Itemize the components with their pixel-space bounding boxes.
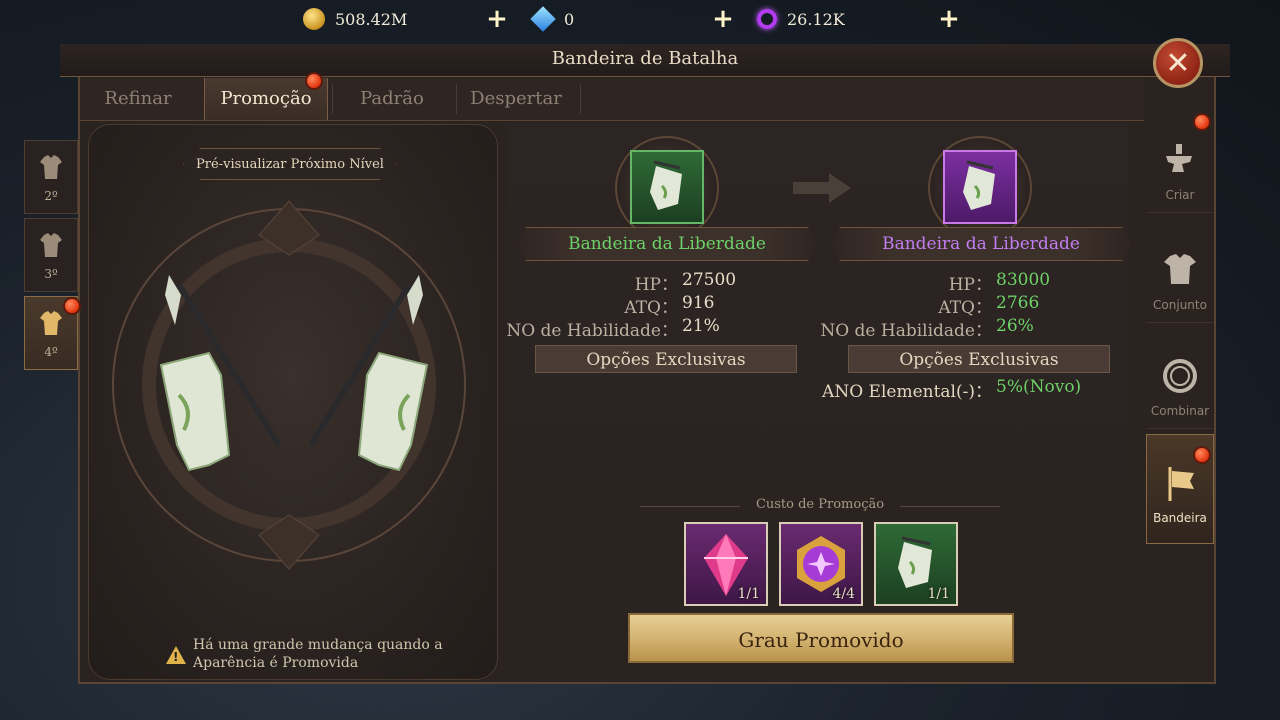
close-icon: ✕ — [1165, 45, 1191, 81]
close-button[interactable]: ✕ — [1153, 38, 1203, 88]
gold-amount: 508.42M — [335, 9, 408, 29]
window-title: Bandeira de Batalha — [551, 48, 739, 69]
void-crystal-currency: 26.12K — [757, 6, 845, 32]
level-label: 3º — [44, 267, 58, 281]
add-gold-button[interactable]: + — [486, 6, 508, 32]
level-tab-3[interactable]: 3º — [24, 218, 78, 292]
preview-panel — [88, 124, 498, 680]
exclusive-option-label: ANO Elemental(-)： — [822, 382, 992, 402]
tab-divider — [580, 84, 581, 114]
divider — [640, 506, 740, 507]
next-exclusive-options[interactable]: Opções Exclusivas — [848, 345, 1110, 373]
warning-icon: ! — [166, 646, 186, 664]
tab-divider — [332, 84, 333, 114]
stat-value: 916 — [682, 293, 715, 313]
side-nav-label: Bandeira — [1153, 511, 1207, 525]
cost-item-crystal[interactable]: 1/1 — [684, 522, 768, 606]
stat-label: NO de Habilidade： — [506, 321, 678, 341]
cost-item-gem[interactable]: 4/4 — [779, 522, 863, 606]
side-nav-label: Conjunto — [1153, 298, 1207, 312]
armor-icon — [40, 233, 62, 257]
side-nav-label: Criar — [1165, 188, 1195, 202]
tab-padrao[interactable]: Padrão — [334, 78, 450, 120]
banner-icon — [650, 160, 682, 210]
cost-item-banner[interactable]: 1/1 — [874, 522, 958, 606]
note-line: Aparência é Promovida — [193, 655, 359, 671]
stat-value: 27500 — [682, 270, 737, 290]
divider — [900, 506, 1000, 507]
side-nav-conjunto[interactable]: Conjunto — [1146, 222, 1214, 323]
promote-button[interactable]: Grau Promovido — [628, 613, 1014, 663]
void-crystal-amount: 26.12K — [787, 9, 845, 29]
appearance-note: Há uma grande mudança quando a Aparência… — [193, 636, 443, 672]
tab-despertar[interactable]: Despertar — [458, 78, 574, 120]
stat-value: 21% — [682, 316, 720, 336]
gold-coin-icon — [303, 8, 325, 30]
stat-label: ATQ： — [938, 298, 992, 318]
banner-icon — [963, 160, 995, 210]
level-tab-2[interactable]: 2º — [24, 140, 78, 214]
diamond-icon — [530, 6, 556, 32]
cost-count: 1/1 — [737, 586, 760, 602]
notification-dot — [305, 72, 323, 90]
notification-dot — [63, 297, 81, 315]
current-exclusive-options[interactable]: Opções Exclusivas — [535, 345, 797, 373]
promotion-cost-label: Custo de Promoção — [755, 497, 885, 512]
banner-icon — [1168, 467, 1194, 501]
cost-count: 1/1 — [927, 586, 950, 602]
stat-label: HP： — [948, 275, 992, 295]
notification-dot — [1193, 446, 1211, 464]
exclusive-option-value: 5%(Novo) — [996, 377, 1082, 397]
next-banner-item[interactable] — [943, 150, 1017, 224]
side-nav-label: Combinar — [1150, 404, 1210, 418]
diamond-currency: 0 — [530, 6, 574, 32]
next-item-name: Bandeira da Liberdade — [831, 227, 1131, 261]
level-label: 2º — [44, 189, 58, 203]
diamond-amount: 0 — [564, 9, 575, 29]
title-bar: Bandeira de Batalha — [60, 44, 1230, 77]
gold-currency: 508.42M — [303, 6, 407, 32]
ring-icon — [1163, 359, 1197, 393]
armor-icon — [40, 311, 62, 335]
armor-set-icon — [1164, 254, 1196, 284]
armor-icon — [40, 155, 62, 179]
banner-preview-image — [112, 200, 466, 570]
tab-divider — [456, 84, 457, 114]
notification-dot — [1193, 113, 1211, 131]
stat-value: 83000 — [996, 270, 1051, 290]
tab-bar: Refinar Promoção Padrão Despertar — [80, 78, 1144, 121]
current-item-name: Bandeira da Liberdade — [517, 227, 817, 261]
current-banner-item[interactable] — [630, 150, 704, 224]
add-diamond-button[interactable]: + — [712, 6, 734, 32]
stat-label: NO de Habilidade： — [820, 321, 992, 341]
level-label: 4º — [44, 345, 58, 359]
stat-label: HP： — [634, 275, 678, 295]
side-nav-combinar[interactable]: Combinar — [1146, 328, 1214, 429]
add-void-crystal-button[interactable]: + — [938, 6, 960, 32]
stat-value: 2766 — [996, 293, 1040, 313]
stat-label: ATQ： — [624, 298, 678, 318]
stat-value: 26% — [996, 316, 1034, 336]
void-crystal-icon — [757, 9, 777, 29]
preview-next-level-label: Pré-visualizar Próximo Nível — [183, 148, 397, 180]
cost-count: 4/4 — [832, 586, 855, 602]
tab-refinar[interactable]: Refinar — [80, 78, 196, 120]
anvil-icon — [1166, 144, 1192, 172]
note-line: Há uma grande mudança quando a — [193, 637, 443, 653]
